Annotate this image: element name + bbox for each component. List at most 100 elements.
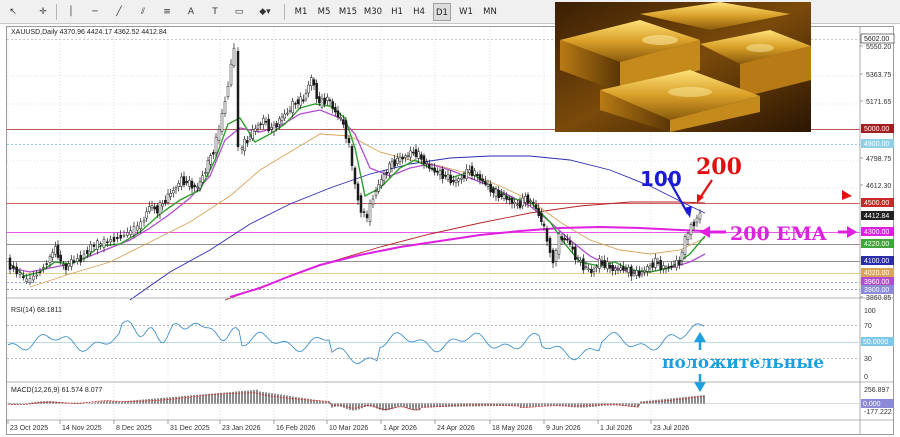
candle-body <box>15 266 18 275</box>
candle-body <box>109 239 112 243</box>
candle-body <box>518 201 522 208</box>
candle-body <box>627 267 630 273</box>
candle-body <box>254 128 257 132</box>
candle-body <box>560 236 564 241</box>
macd-tick-max: 256.897 <box>864 387 889 394</box>
candle-body <box>425 161 428 165</box>
candle-body <box>433 167 436 173</box>
candle-body <box>70 259 73 267</box>
candle-body <box>92 244 96 247</box>
candle-body <box>153 206 156 210</box>
candle-body <box>96 240 99 250</box>
candle-body <box>139 221 142 230</box>
candle-body <box>59 254 62 262</box>
candle-body <box>204 172 207 174</box>
candle-body <box>449 174 452 184</box>
candle-body <box>28 278 32 284</box>
candle-body <box>470 165 474 177</box>
date-tick-label: 31 Dec 2025 <box>170 425 210 432</box>
candle-body <box>365 213 369 219</box>
candle-body <box>468 169 471 174</box>
candle-body <box>582 258 585 271</box>
candle-body <box>347 137 351 144</box>
price-axis: 5602.005550.20 5363.75 5171.65 5000.00 4900.… <box>860 33 895 302</box>
candle-body <box>624 268 628 270</box>
candle-body <box>35 274 38 277</box>
candle-body <box>500 193 503 198</box>
candle-body <box>89 243 92 253</box>
price-tick-label: 4612.30 <box>866 183 891 190</box>
candle-body <box>478 174 482 181</box>
candle-body <box>51 252 54 258</box>
rsi-arrow-up-head <box>694 332 706 342</box>
candle-body <box>67 263 70 267</box>
candle-body <box>48 256 52 264</box>
candle-body <box>232 47 236 67</box>
candle-body <box>406 155 410 157</box>
price-chart[interactable]: XAUUSD,Daily 4370.96 4424.17 4362.52 441… <box>0 0 900 437</box>
candle-body <box>294 103 297 105</box>
candle-body <box>264 121 268 123</box>
macd-label: MACD(12,26,9) 61.574 8.077 <box>11 387 103 394</box>
candle-body <box>656 262 660 264</box>
candle-body <box>548 238 552 253</box>
candle-body <box>318 96 321 104</box>
ma100-annotation: 100 <box>640 167 682 191</box>
candle-body <box>102 238 106 248</box>
price-tick-label: 5363.75 <box>866 72 891 79</box>
candle-body <box>156 205 159 214</box>
candle-body <box>542 223 546 227</box>
candle-body <box>161 203 164 207</box>
candle-body <box>280 116 284 121</box>
candle-body <box>616 269 620 271</box>
candle-body <box>45 263 48 265</box>
candle-body <box>526 194 530 204</box>
candle-body <box>190 180 194 189</box>
date-tick-label: 23 Oct 2025 <box>10 425 48 432</box>
candle-body <box>622 266 625 271</box>
candle-body <box>262 117 265 125</box>
candle-body <box>283 113 286 119</box>
candle-body <box>374 191 378 196</box>
candle-body <box>390 161 394 169</box>
candle-body <box>388 163 391 174</box>
candle-body <box>540 212 543 222</box>
rsi-positive-annotation: положительные <box>662 353 824 373</box>
candle-body <box>76 258 79 262</box>
candle-body <box>473 170 476 176</box>
candle-body <box>42 267 45 269</box>
candle-body <box>686 233 690 240</box>
candle-body <box>563 237 566 241</box>
date-tick-label: 16 Feb 2026 <box>276 425 315 432</box>
candle-body <box>534 204 538 209</box>
candle-body <box>72 260 76 263</box>
candle-body <box>698 212 702 220</box>
candle-body <box>296 99 300 105</box>
candle-body <box>278 118 281 125</box>
rsi-tick-0: 0 <box>864 374 868 381</box>
candle-body <box>571 246 574 250</box>
candle-body <box>82 253 86 259</box>
price-tick-label: 5550.20 <box>866 44 891 51</box>
candle-body <box>382 174 386 182</box>
price-tick-label: 4100.00 <box>864 258 889 265</box>
date-tick-label: 24 Apr 2026 <box>437 425 475 432</box>
candle-body <box>217 129 221 141</box>
ema200-annotation: 200 EMA <box>730 223 827 245</box>
candle-body <box>286 112 289 115</box>
candle-body <box>180 176 183 187</box>
candle-body <box>229 63 233 86</box>
candle-body <box>460 177 463 180</box>
candle-body <box>212 152 215 155</box>
candle-body <box>630 266 633 277</box>
candle-body <box>648 265 652 269</box>
candle-body <box>214 136 218 154</box>
candle-body <box>659 260 662 270</box>
candle-body <box>243 138 246 152</box>
candle-body <box>489 183 492 193</box>
candle-body <box>524 196 527 203</box>
candle-body <box>86 249 89 255</box>
candle-body <box>486 184 490 187</box>
candle-body <box>595 266 598 268</box>
candle-body <box>336 110 340 118</box>
